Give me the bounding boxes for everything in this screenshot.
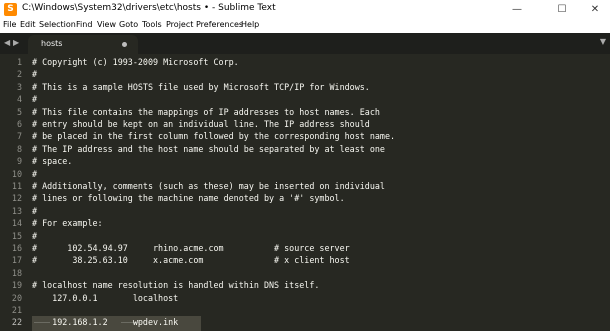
menu-help[interactable]: Help — [241, 20, 259, 29]
menu-project[interactable]: Project — [166, 20, 193, 29]
line-number: 14 — [11, 218, 22, 229]
line-number: 5 — [16, 106, 22, 117]
line-text: # be placed in the first column followed… — [32, 131, 396, 142]
code-line[interactable]: 14 # For example: — [0, 217, 610, 229]
line-number: 17 — [11, 255, 22, 266]
tab-nav-left-icon[interactable]: ◀ — [4, 38, 10, 47]
code-line[interactable]: 9 # space. — [0, 155, 610, 167]
line-number: 3 — [16, 81, 22, 92]
code-line[interactable]: 8 # The IP address and the host name shou… — [0, 143, 610, 155]
code-line[interactable]: 13 # — [0, 205, 610, 217]
line-text: # 102.54.94.97 rhino.acme.com # source s… — [32, 243, 350, 253]
code-line[interactable]: 10 # — [0, 168, 610, 180]
code-line[interactable]: 1 # Copyright (c) 1993-2009 Microsoft Cor… — [0, 56, 610, 68]
line-text: # For example: — [32, 218, 103, 229]
line-text: # 38.25.63.10 x.acme.com # x client host — [32, 255, 350, 266]
close-button[interactable]: ✕ — [580, 0, 610, 19]
line-number: 21 — [11, 305, 22, 315]
line-text: # — [32, 205, 38, 216]
tab-label: hosts — [41, 39, 63, 48]
code-line[interactable]: 21 — [0, 304, 610, 316]
line-number: 18 — [11, 267, 22, 278]
sublime-text-app-icon: S — [4, 3, 17, 16]
line-text: 127.0.0.1 localhost — [32, 292, 179, 303]
code-line[interactable]: 20 127.0.0.1 localhost — [0, 292, 610, 304]
menu-selection[interactable]: Selection — [39, 20, 76, 29]
menu-goto[interactable]: Goto — [119, 20, 138, 29]
code-line[interactable]: 5 # This file contains the mappings of IP… — [0, 106, 610, 118]
line-number: 6 — [16, 119, 22, 129]
minimize-button[interactable]: — — [502, 0, 532, 19]
menu-edit[interactable]: Edit — [20, 20, 36, 29]
line-number: 7 — [16, 131, 22, 142]
line-number: 4 — [16, 94, 22, 105]
line-number: 9 — [16, 156, 22, 167]
tab-bar: ◀ ▶ hosts ▼ — [0, 33, 610, 54]
unsaved-dot-icon[interactable] — [122, 42, 127, 47]
line-text: # This file contains the mappings of IP … — [32, 106, 380, 117]
code-line[interactable]: 7 # be placed in the first column followe… — [0, 130, 610, 142]
code-line[interactable]: 3 # This is a sample HOSTS file used by M… — [0, 81, 610, 93]
line-text: # Copyright (c) 1993-2009 Microsoft Corp… — [32, 57, 239, 67]
tab-overflow-icon[interactable]: ▼ — [600, 37, 606, 46]
line-text: # This is a sample HOSTS file used by Mi… — [32, 81, 370, 92]
line-number: 20 — [11, 292, 22, 303]
code-editor[interactable]: 1 # Copyright (c) 1993-2009 Microsoft Cor… — [0, 54, 610, 331]
tab-nav-right-icon[interactable]: ▶ — [13, 38, 19, 47]
line-number: 10 — [11, 168, 22, 179]
code-line[interactable]: 16 # 102.54.94.97 rhino.acme.com # source… — [0, 242, 610, 254]
window-title: C:\Windows\System32\drivers\etc\hosts • … — [22, 3, 276, 13]
line-text: # — [32, 69, 38, 80]
code-line[interactable]: 6 # entry should be kept on an individual… — [0, 118, 610, 130]
line-number: 2 — [16, 69, 22, 80]
line-number: 12 — [11, 193, 22, 204]
line-text: # localhost name resolution is handled w… — [32, 280, 320, 291]
line-text: # Additionally, comments (such as these)… — [32, 181, 385, 191]
maximize-button[interactable]: ☐ — [547, 0, 577, 19]
line-text: # — [32, 94, 38, 105]
line-number: 11 — [11, 181, 22, 191]
code-line[interactable]: 18 — [0, 267, 610, 279]
menu-bar: File Edit Selection Find View Goto Tools… — [0, 19, 610, 33]
code-line[interactable]: 17 # 38.25.63.10 x.acme.com # x client ho… — [0, 254, 610, 266]
line-number: 22 — [11, 317, 22, 328]
line-text: # The IP address and the host name shoul… — [32, 143, 385, 154]
menu-view[interactable]: View — [97, 20, 116, 29]
menu-find[interactable]: Find — [76, 20, 92, 29]
line-text: # — [32, 230, 38, 241]
menu-tools[interactable]: Tools — [142, 20, 162, 29]
title-bar: S C:\Windows\System32\drivers\etc\hosts … — [0, 0, 610, 19]
line-number: 8 — [16, 143, 22, 154]
code-line[interactable]: 19 # localhost name resolution is handled… — [0, 279, 610, 291]
menu-file[interactable]: File — [3, 20, 16, 29]
scrollbar[interactable] — [605, 54, 610, 331]
code-line[interactable]: 2 # — [0, 68, 610, 80]
line-text: # — [32, 168, 38, 179]
line-number: 15 — [11, 230, 22, 241]
line-text: # entry should be kept on an individual … — [32, 119, 370, 129]
line-number: 19 — [11, 280, 22, 291]
line-text: # space. — [32, 156, 73, 167]
code-line[interactable]: 15 # — [0, 230, 610, 242]
line-number: 13 — [11, 205, 22, 216]
tab-hosts[interactable]: hosts — [28, 35, 138, 54]
line-number: 1 — [16, 57, 22, 67]
code-line[interactable]: 22 192.168.1.2 wpdev.ink — [0, 316, 610, 329]
line-text: # lines or following the machine name de… — [32, 193, 345, 204]
code-line[interactable]: 12 # lines or following the machine name … — [0, 192, 610, 204]
line-number: 16 — [11, 243, 22, 253]
code-line[interactable]: 4 # — [0, 93, 610, 105]
line-text: 192.168.1.2 wpdev.ink — [32, 317, 179, 328]
code-line[interactable]: 11 # Additionally, comments (such as thes… — [0, 180, 610, 192]
menu-preferences[interactable]: Preferences — [196, 20, 243, 29]
